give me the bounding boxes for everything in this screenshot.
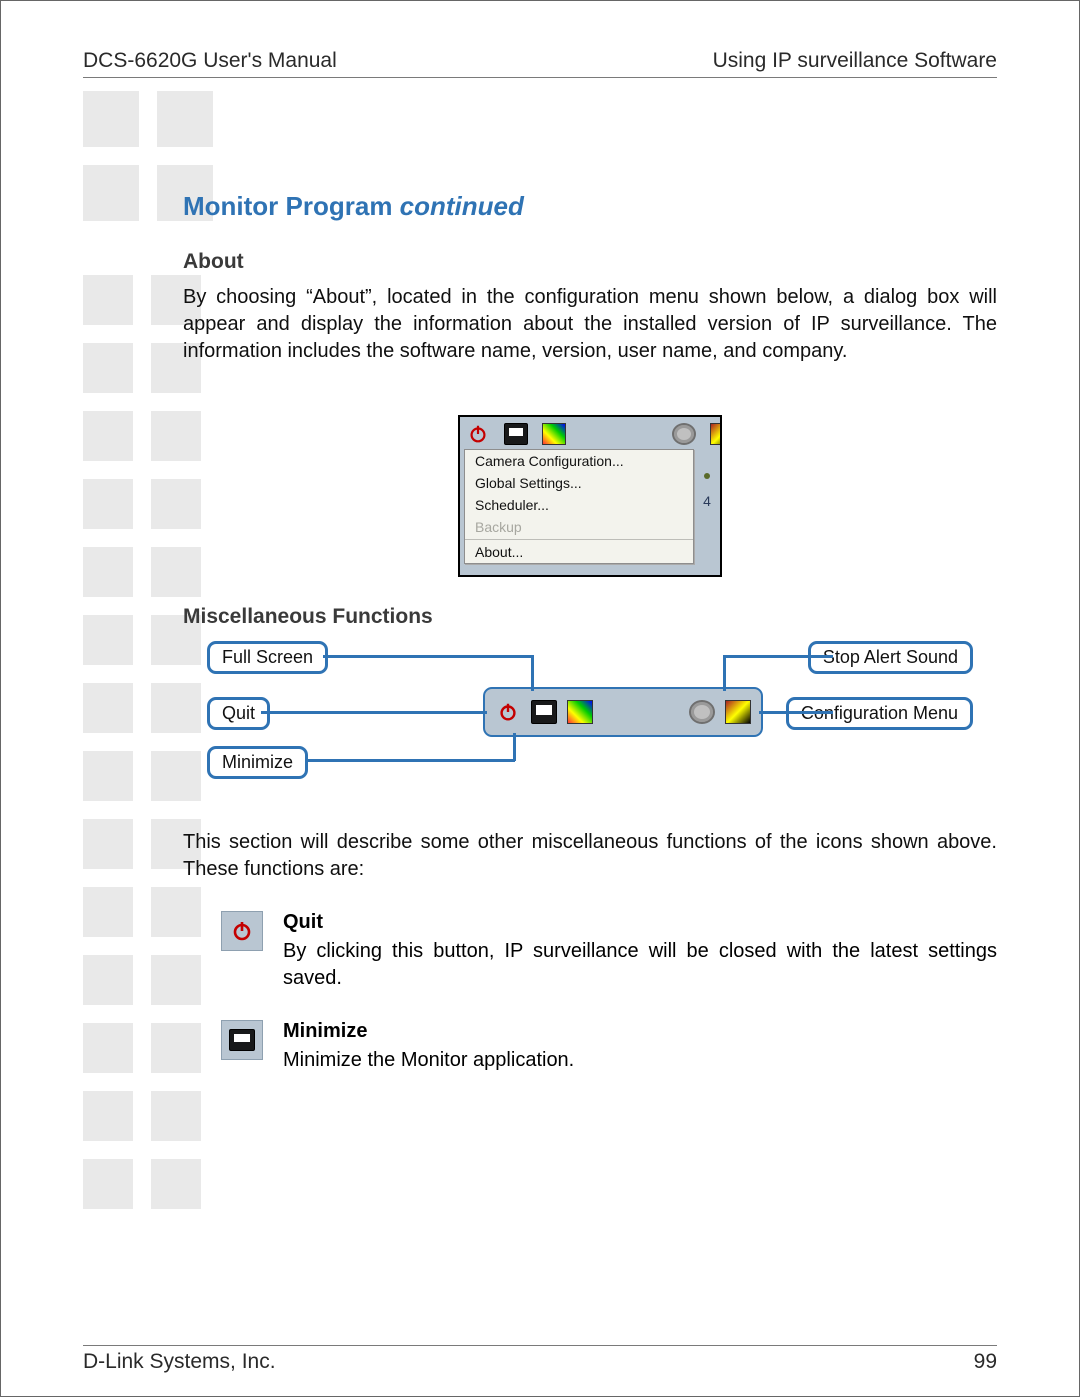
menu-item[interactable]: Global Settings... bbox=[465, 472, 693, 494]
alert-animal-icon bbox=[725, 700, 751, 724]
header-left: DCS-6620G User's Manual bbox=[83, 49, 337, 73]
manual-page: DCS-6620G User's Manual Using IP surveil… bbox=[0, 0, 1080, 1397]
footer-rule bbox=[83, 1345, 997, 1346]
connector bbox=[531, 655, 534, 691]
connector bbox=[723, 655, 833, 658]
about-text: By choosing “About”, located in the conf… bbox=[183, 284, 997, 365]
connector bbox=[305, 759, 515, 762]
monitor-icon bbox=[531, 700, 557, 724]
menu-item[interactable]: Scheduler... bbox=[465, 494, 693, 516]
section-title: Monitor Program continued bbox=[183, 191, 997, 222]
rainbow-icon bbox=[567, 700, 593, 724]
callout-diagram: Full Screen Quit Minimize Stop Alert Sou… bbox=[183, 641, 997, 801]
config-menu-screenshot: 4 Camera Configuration... Global Setting… bbox=[458, 415, 722, 577]
connector bbox=[513, 733, 516, 761]
monitor-icon bbox=[221, 1020, 263, 1060]
function-quit: Quit By clicking this button, IP surveil… bbox=[183, 911, 997, 992]
power-icon bbox=[466, 423, 490, 445]
menu-item[interactable]: Camera Configuration... bbox=[465, 450, 693, 472]
misc-heading: Miscellaneous Functions bbox=[183, 605, 997, 629]
power-icon bbox=[221, 911, 263, 951]
power-icon bbox=[495, 700, 521, 724]
connector bbox=[759, 711, 833, 714]
function-text: Minimize the Monitor application. bbox=[283, 1047, 997, 1074]
callout-minimize: Minimize bbox=[207, 746, 308, 779]
menu-item-disabled: Backup bbox=[465, 516, 693, 538]
gear-icon bbox=[672, 423, 696, 445]
page-number: 99 bbox=[974, 1350, 997, 1374]
rainbow-icon bbox=[542, 423, 566, 445]
function-text: By clicking this button, IP surveillance… bbox=[283, 938, 997, 992]
monitor-icon bbox=[504, 423, 528, 445]
side-dot bbox=[704, 473, 710, 479]
content: Monitor Program continued About By choos… bbox=[183, 191, 997, 1074]
menu-item[interactable]: About... bbox=[465, 541, 693, 563]
gear-icon bbox=[689, 700, 715, 724]
function-minimize: Minimize Minimize the Monitor applicatio… bbox=[183, 1020, 997, 1074]
footer-left: D-Link Systems, Inc. bbox=[83, 1350, 276, 1374]
config-dropdown: Camera Configuration... Global Settings.… bbox=[464, 449, 694, 564]
toolbar bbox=[466, 423, 722, 445]
header-rule bbox=[83, 77, 997, 78]
toolbar-strip bbox=[483, 687, 763, 737]
alert-animal-icon bbox=[710, 423, 722, 445]
section-title-main: Monitor Program bbox=[183, 191, 400, 221]
about-heading: About bbox=[183, 250, 997, 274]
menu-divider bbox=[465, 539, 693, 540]
side-number: 4 bbox=[700, 493, 714, 509]
connector bbox=[261, 711, 487, 714]
connector bbox=[323, 655, 533, 658]
section-title-suffix: continued bbox=[400, 191, 524, 221]
connector bbox=[723, 655, 726, 691]
callout-full-screen: Full Screen bbox=[207, 641, 328, 674]
function-title: Quit bbox=[283, 911, 997, 934]
header-right: Using IP surveillance Software bbox=[713, 49, 997, 73]
function-title: Minimize bbox=[283, 1020, 997, 1043]
misc-text: This section will describe some other mi… bbox=[183, 829, 997, 883]
